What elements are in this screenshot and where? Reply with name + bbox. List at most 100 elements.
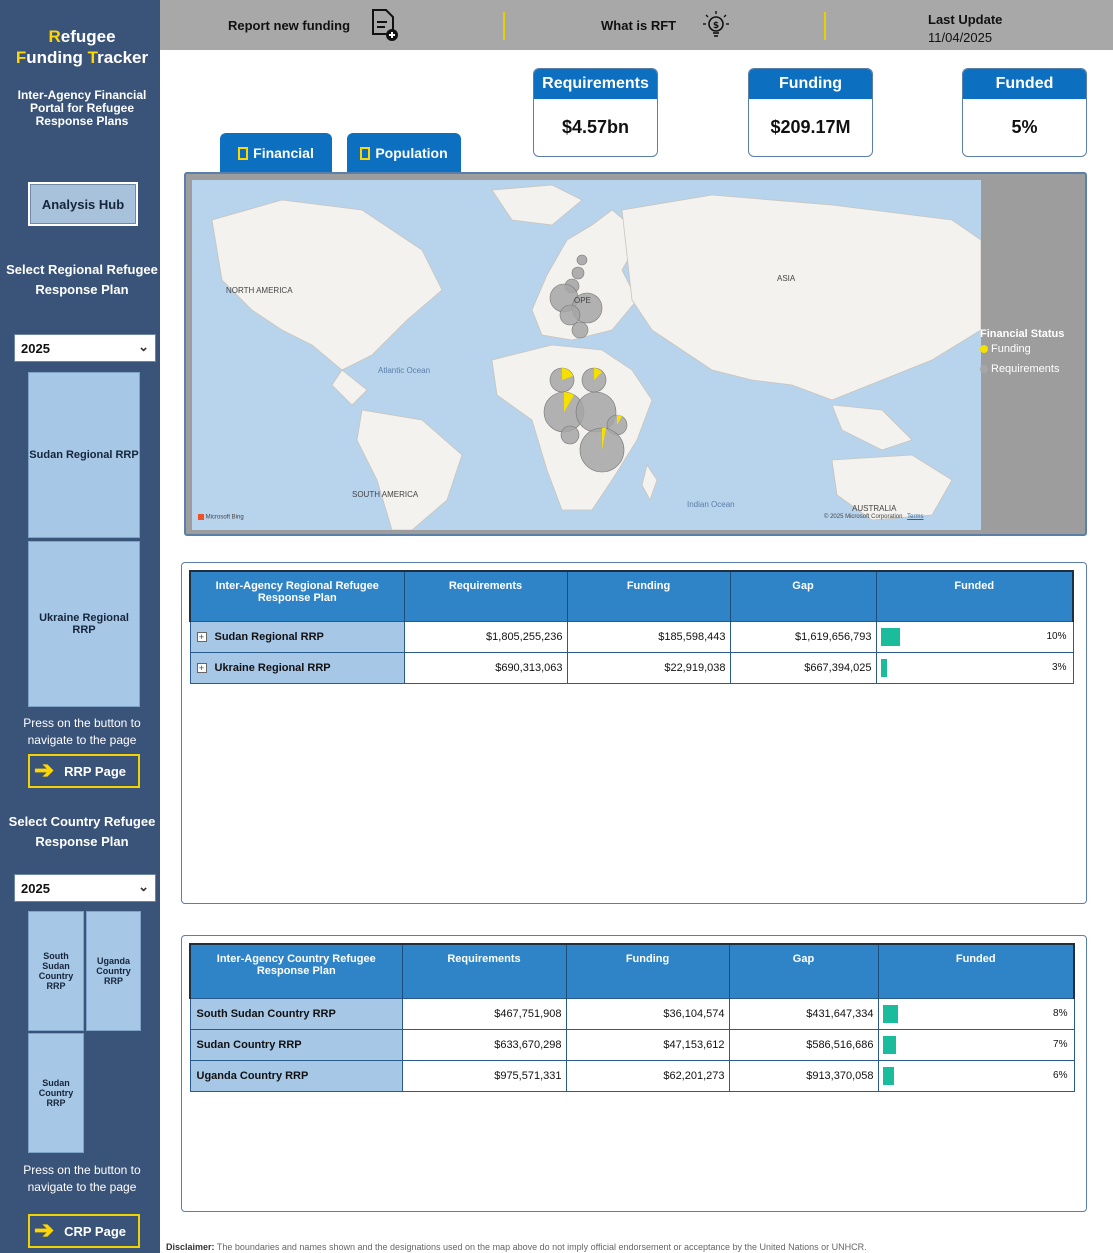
- uganda-country-rrp-tile[interactable]: Uganda Country RRP: [86, 911, 141, 1031]
- funding-label: Funding: [749, 69, 872, 99]
- sidebar: Refugee Funding Tracker Inter-Agency Fin…: [0, 0, 160, 1253]
- legend-dot-funding: [980, 345, 988, 353]
- last-update: Last Update 11/04/2025: [928, 11, 1002, 47]
- funding-cell: $62,201,273: [565, 1059, 730, 1092]
- crp-page-button[interactable]: ➔ CRP Page: [28, 1214, 140, 1248]
- separator: [503, 12, 505, 40]
- regional-rrp-table: Inter-Agency Regional Refugee Response P…: [189, 570, 1074, 684]
- ukraine-regional-rrp-tile[interactable]: Ukraine Regional RRP: [28, 541, 140, 707]
- label-north-america: NORTH AMERICA: [226, 286, 293, 295]
- funded-value: 5%: [1011, 117, 1038, 137]
- funded-cell: 8%: [877, 997, 1075, 1030]
- arrow-right-icon: ➔: [34, 757, 55, 784]
- funding-card: Funding $209.17M: [748, 68, 873, 157]
- funded-bar: [882, 1066, 894, 1085]
- requirements-value: $4.57bn: [561, 117, 630, 137]
- chevron-down-icon: ⌄: [138, 339, 149, 354]
- regional-table-panel: Inter-Agency Regional Refugee Response P…: [181, 562, 1087, 904]
- rrp-page-button[interactable]: ➔ RRP Page: [28, 754, 140, 788]
- svg-text:$: $: [713, 21, 719, 31]
- label-indian-ocean: Indian Ocean: [687, 500, 735, 509]
- disclaimer-label: Disclaimer:: [166, 1242, 215, 1252]
- label-australia: AUSTRALIA: [852, 504, 897, 513]
- report-funding-label: Report new funding: [228, 17, 351, 33]
- tab-population[interactable]: Population: [347, 133, 461, 173]
- requirements-label: Requirements: [534, 69, 657, 99]
- row-name-cell[interactable]: + Sudan Regional RRP: [189, 620, 405, 653]
- sudan-regional-rrp-tile[interactable]: Sudan Regional RRP: [28, 372, 140, 538]
- south-sudan-country-rrp-tile[interactable]: South Sudan Country RRP: [28, 911, 84, 1031]
- funded-cell: 3%: [875, 651, 1074, 684]
- last-update-label: Last Update: [928, 12, 1003, 27]
- country-table-panel: Inter-Agency Country Refugee Response Pl…: [181, 935, 1087, 1212]
- gap-cell: $431,647,334: [728, 997, 879, 1030]
- requirements-cell: $467,751,908: [401, 997, 567, 1030]
- gap-cell: $586,516,686: [728, 1028, 879, 1061]
- column-header[interactable]: Gap: [729, 570, 876, 621]
- what-is-rft-button[interactable]: What is RFT $: [601, 0, 732, 50]
- table-row[interactable]: South Sudan Country RRP $467,751,908 $36…: [189, 997, 1075, 1030]
- rrp-hint: Press on the button to navigate to the p…: [23, 716, 141, 747]
- legend-title: Financial Status: [980, 328, 1065, 340]
- funded-bar: [880, 658, 887, 677]
- column-header[interactable]: Inter-Agency Country Refugee Response Pl…: [189, 943, 402, 998]
- chevron-down-icon: ⌄: [138, 879, 149, 894]
- top-bar: Report new funding What is RFT $ Last Up…: [160, 0, 1113, 50]
- column-header[interactable]: Funding: [566, 570, 730, 621]
- label-asia: ASIA: [777, 274, 796, 283]
- brand-title: Refugee Funding Tracker: [15, 27, 149, 67]
- legend-dot-requirements: [980, 365, 988, 373]
- funded-cell: 6%: [877, 1059, 1075, 1092]
- table-row[interactable]: + Ukraine Regional RRP $690,313,063 $22,9…: [189, 651, 1074, 684]
- requirements-cell: $1,805,255,236: [403, 620, 568, 653]
- funded-cell: 10%: [875, 620, 1074, 653]
- bing-logo: Microsoft Bing: [198, 514, 244, 521]
- country-year-select[interactable]: 2025 ⌄: [14, 874, 156, 902]
- sudan-country-rrp-tile[interactable]: Sudan Country RRP: [28, 1033, 84, 1153]
- table-row[interactable]: Uganda Country RRP $975,571,331 $62,201,…: [189, 1059, 1075, 1092]
- row-name-cell[interactable]: South Sudan Country RRP: [189, 997, 403, 1030]
- map-panel: NORTH AMERICA SOUTH AMERICA ASIA OPE AUS…: [184, 172, 1087, 536]
- regional-plan-heading: Select Regional Refugee Response Plan: [6, 262, 158, 297]
- table-row[interactable]: + Sudan Regional RRP $1,805,255,236 $185,…: [189, 620, 1074, 653]
- column-header[interactable]: Requirements: [403, 570, 567, 621]
- table-row[interactable]: Sudan Country RRP $633,670,298 $47,153,6…: [189, 1028, 1075, 1061]
- funded-percent: 8%: [1053, 1007, 1068, 1019]
- expand-icon[interactable]: +: [196, 631, 207, 642]
- funded-percent: 6%: [1053, 1069, 1068, 1081]
- regional-year-select[interactable]: 2025 ⌄: [14, 334, 156, 362]
- column-header[interactable]: Requirements: [401, 943, 566, 998]
- funding-cell: $47,153,612: [565, 1028, 730, 1061]
- funded-bar: [882, 1035, 896, 1054]
- funded-bar: [880, 627, 900, 646]
- funding-cell: $22,919,038: [566, 651, 731, 684]
- expand-icon[interactable]: +: [196, 662, 207, 673]
- funding-value: $209.17M: [770, 117, 851, 137]
- arrow-right-icon: ➔: [34, 1217, 55, 1244]
- world-map[interactable]: NORTH AMERICA SOUTH AMERICA ASIA OPE AUS…: [192, 180, 981, 530]
- funded-label: Funded: [963, 69, 1086, 99]
- analysis-hub-button[interactable]: Analysis Hub: [28, 182, 138, 226]
- funding-cell: $36,104,574: [565, 997, 730, 1030]
- gap-cell: $1,619,656,793: [729, 620, 877, 653]
- tab-financial[interactable]: Financial: [220, 133, 332, 173]
- gap-cell: $913,370,058: [728, 1059, 879, 1092]
- column-header[interactable]: Inter-Agency Regional Refugee Response P…: [189, 570, 404, 621]
- label-atlantic-ocean: Atlantic Ocean: [378, 366, 431, 375]
- column-header[interactable]: Funded: [877, 943, 1075, 998]
- report-new-funding-button[interactable]: Report new funding: [228, 0, 400, 50]
- row-name-cell[interactable]: Uganda Country RRP: [189, 1059, 403, 1092]
- legend-item-requirements: Requirements: [980, 363, 1088, 375]
- tagline: Inter-Agency Financial Portal for Refuge…: [17, 88, 147, 128]
- column-header[interactable]: Gap: [728, 943, 878, 998]
- row-name-cell[interactable]: + Ukraine Regional RRP: [189, 651, 405, 684]
- rrp-page-label: RRP Page: [64, 763, 127, 779]
- map-attribution: © 2025 Microsoft Corporation Terms: [824, 514, 924, 520]
- terms-link[interactable]: Terms: [907, 514, 923, 520]
- column-header[interactable]: Funding: [565, 943, 729, 998]
- map-canvas: [192, 180, 981, 530]
- column-header[interactable]: Funded: [875, 570, 1074, 621]
- funded-bar: [882, 1004, 898, 1023]
- gap-cell: $667,394,025: [729, 651, 877, 684]
- row-name-cell[interactable]: Sudan Country RRP: [189, 1028, 403, 1061]
